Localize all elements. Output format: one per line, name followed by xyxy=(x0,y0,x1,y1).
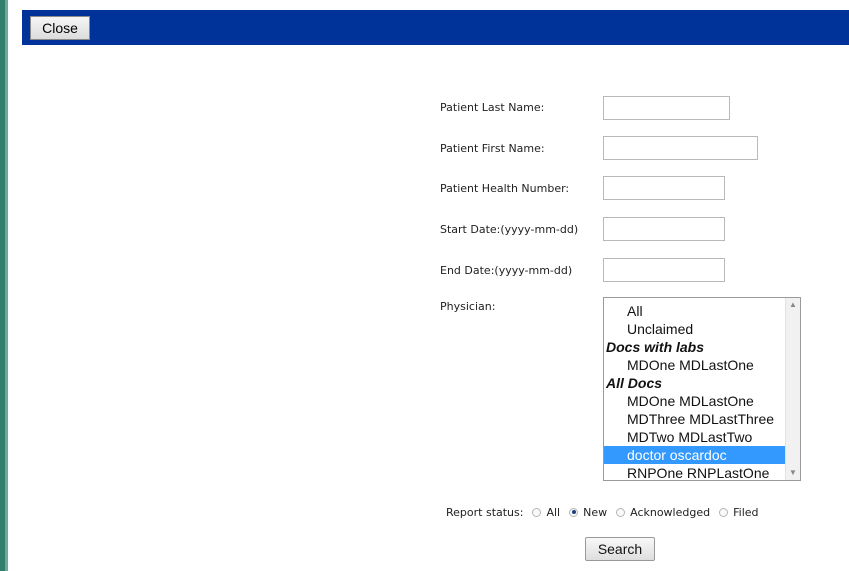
end-date-label: End Date:(yyyy-mm-dd) xyxy=(440,264,573,277)
physician-listbox[interactable]: All Unclaimed Docs with labs MDOne MDLas… xyxy=(603,297,801,481)
scroll-up-icon[interactable]: ▲ xyxy=(788,300,798,310)
status-radio-new[interactable] xyxy=(569,507,579,517)
close-button[interactable]: Close xyxy=(30,16,90,40)
lab-search-page: Close Patient Last Name: Patient First N… xyxy=(0,0,849,571)
scroll-down-icon[interactable]: ▼ xyxy=(788,468,798,478)
physician-option-mdthree[interactable]: MDThree MDLastThree xyxy=(604,410,788,428)
physician-option-mdone-labs[interactable]: MDOne MDLastOne xyxy=(604,356,788,374)
physician-options: All Unclaimed Docs with labs MDOne MDLas… xyxy=(604,302,788,480)
physician-scrollbar[interactable]: ▲ ▼ xyxy=(785,298,800,480)
status-radio-all[interactable] xyxy=(532,507,542,517)
physician-label: Physician: xyxy=(440,300,496,313)
first-name-label: Patient First Name: xyxy=(440,142,545,155)
health-number-label: Patient Health Number: xyxy=(440,182,570,195)
first-name-input[interactable] xyxy=(603,136,758,160)
physician-option-mdtwo[interactable]: MDTwo MDLastTwo xyxy=(604,428,788,446)
status-radio-acknowledged[interactable] xyxy=(616,507,626,517)
search-button[interactable]: Search xyxy=(585,537,655,561)
physician-option-oscardoc[interactable]: doctor oscardoc xyxy=(604,446,788,464)
physician-option-all[interactable]: All xyxy=(604,302,788,320)
physician-group-all-docs: All Docs xyxy=(606,375,663,391)
start-date-input[interactable] xyxy=(603,217,725,241)
start-date-label: Start Date:(yyyy-mm-dd) xyxy=(440,223,579,236)
status-radio-filed[interactable] xyxy=(719,507,729,517)
report-status-group: Report status: All New Acknowledged File… xyxy=(446,503,759,521)
end-date-input[interactable] xyxy=(603,258,725,282)
window-left-gap xyxy=(8,0,22,571)
status-option-acknowledged-label: Acknowledged xyxy=(630,505,711,519)
physician-option-rnpone[interactable]: RNPOne RNPLastOne xyxy=(604,464,788,480)
health-number-input[interactable] xyxy=(603,176,725,200)
physician-option-mdone[interactable]: MDOne MDLastOne xyxy=(604,392,788,410)
last-name-label: Patient Last Name: xyxy=(440,101,545,114)
physician-group-docs-with-labs: Docs with labs xyxy=(606,339,705,355)
top-toolbar: Close xyxy=(22,10,849,45)
status-option-new-label: New xyxy=(583,505,608,519)
status-option-all-label: All xyxy=(546,505,561,519)
window-left-edge xyxy=(0,0,8,571)
physician-option-unclaimed[interactable]: Unclaimed xyxy=(604,320,788,338)
status-option-filed-label: Filed xyxy=(733,505,759,519)
report-status-label: Report status: xyxy=(446,505,524,519)
last-name-input[interactable] xyxy=(603,96,730,120)
